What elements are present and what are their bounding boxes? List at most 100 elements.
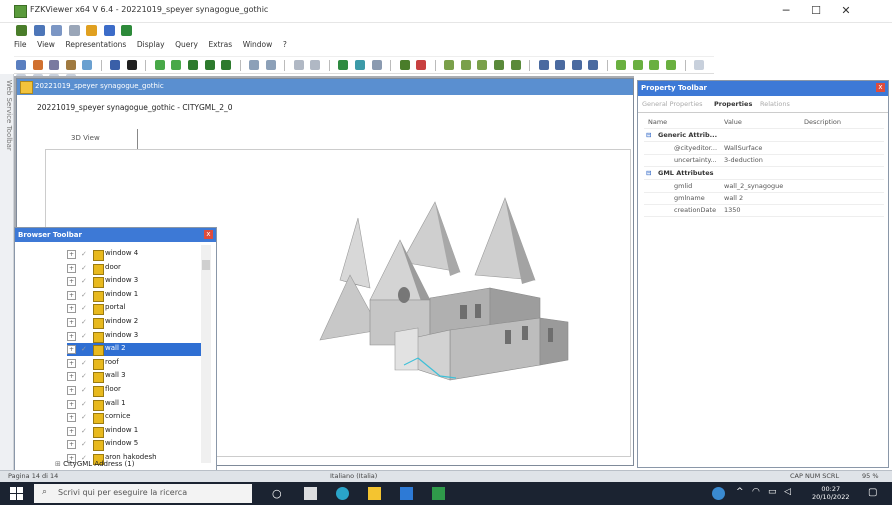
expand-icon[interactable]: + xyxy=(67,426,76,436)
surface-icon[interactable] xyxy=(571,60,582,70)
synagogue-3d-model[interactable] xyxy=(300,180,590,390)
tab-properties[interactable]: Properties xyxy=(714,100,752,108)
camera-icon[interactable] xyxy=(355,60,366,70)
export-icon[interactable] xyxy=(616,60,627,70)
filter-icon[interactable] xyxy=(310,60,321,70)
import-icon[interactable] xyxy=(632,60,643,70)
tree-item[interactable]: + ✓ wall 1 xyxy=(67,398,202,411)
expand-icon[interactable]: + xyxy=(67,290,76,300)
expand-icon[interactable]: + xyxy=(67,413,76,423)
back-view-icon[interactable] xyxy=(171,60,182,70)
expand-icon[interactable]: + xyxy=(67,358,76,368)
menu-display[interactable]: Display xyxy=(137,40,165,49)
section-icon[interactable] xyxy=(510,60,521,70)
copy-icon[interactable] xyxy=(68,25,80,36)
taskbar-search[interactable]: ⌕ Scrivi qui per eseguire la ricerca xyxy=(34,484,252,503)
tree-expand-icon[interactable] xyxy=(460,60,471,70)
help-icon[interactable] xyxy=(86,25,98,36)
browser-toolbar-header[interactable]: Browser Toolbar x xyxy=(15,228,216,242)
tree-item[interactable]: + ✓ window 5 xyxy=(67,438,202,452)
minimize-button[interactable]: ─ xyxy=(772,2,800,20)
visibility-check-icon[interactable]: ✓ xyxy=(81,304,87,312)
browser-scrollbar[interactable] xyxy=(201,245,211,463)
fzkviewer-taskbar-icon[interactable] xyxy=(432,487,445,500)
wire-icon[interactable] xyxy=(110,60,121,70)
building-part-icon[interactable] xyxy=(555,60,566,70)
property-row[interactable]: @cityeditor... WallSurface xyxy=(644,143,884,155)
move-icon[interactable] xyxy=(32,60,43,70)
maximize-button[interactable]: ☐ xyxy=(802,2,830,20)
close-button[interactable]: ✕ xyxy=(832,2,860,20)
menu-view[interactable]: View xyxy=(37,40,55,49)
visibility-check-icon[interactable]: ✓ xyxy=(81,332,87,340)
property-toolbar-header[interactable]: Property Toolbar x xyxy=(638,81,888,96)
light-icon[interactable] xyxy=(338,60,349,70)
visibility-check-icon[interactable]: ✓ xyxy=(81,264,87,272)
tree-item[interactable]: + ✓ window 3 xyxy=(67,275,202,289)
right-view-icon[interactable] xyxy=(204,60,215,70)
tab-relations[interactable]: Relations xyxy=(760,100,790,108)
settings-icon[interactable] xyxy=(665,60,676,70)
measure-icon[interactable] xyxy=(493,60,504,70)
collapse-icon[interactable]: ⊟ xyxy=(646,131,651,139)
menu-extras[interactable]: Extras xyxy=(208,40,232,49)
windows-start-icon[interactable] xyxy=(10,487,23,500)
scrollbar-thumb[interactable] xyxy=(202,260,210,270)
solid-icon[interactable] xyxy=(126,60,137,70)
visibility-check-icon[interactable]: ✓ xyxy=(81,291,87,299)
tree-item[interactable]: + ✓ wall 2 xyxy=(67,343,202,357)
tray-chevron-icon[interactable]: ^ xyxy=(736,487,749,500)
save-icon[interactable] xyxy=(33,25,45,36)
group-gml-attributes[interactable]: ⊟ GML Attributes xyxy=(644,168,884,180)
web-service-toolbar-tab[interactable]: Web Service Toolbar xyxy=(0,74,14,474)
user-icon[interactable] xyxy=(712,487,725,500)
tree-item[interactable]: + ✓ roof xyxy=(67,357,202,370)
expand-icon[interactable]: + xyxy=(67,250,76,259)
tree-item[interactable]: + ✓ door xyxy=(67,262,202,275)
tree-item[interactable]: + ✓ window 1 xyxy=(67,289,202,302)
left-view-icon[interactable] xyxy=(188,60,199,70)
wifi-icon[interactable]: ◠ xyxy=(752,487,765,500)
tree-item[interactable]: + ✓ portal xyxy=(67,302,202,316)
collapse-icon[interactable]: ⊟ xyxy=(646,169,651,177)
expand-icon[interactable]: + xyxy=(67,345,76,355)
grid-icon[interactable] xyxy=(249,60,260,70)
expand-icon[interactable]: + xyxy=(67,331,76,341)
file-explorer-icon[interactable] xyxy=(368,487,381,500)
menu-query[interactable]: Query xyxy=(175,40,198,49)
visibility-check-icon[interactable]: ✓ xyxy=(81,427,87,435)
visibility-check-icon[interactable]: ✓ xyxy=(81,250,87,258)
opening-icon[interactable] xyxy=(588,60,599,70)
column-description[interactable]: Description xyxy=(804,118,841,126)
citygml-address-node[interactable]: ⊞ CityGML Address (1) xyxy=(55,460,134,468)
top-view-icon[interactable] xyxy=(221,60,232,70)
tree-icon[interactable] xyxy=(444,60,455,70)
open-icon[interactable] xyxy=(16,25,27,36)
expand-icon[interactable]: + xyxy=(67,372,76,382)
fit-icon[interactable] xyxy=(82,60,93,70)
tab-general-properties[interactable]: General Properties xyxy=(642,100,703,108)
visibility-check-icon[interactable]: ✓ xyxy=(81,345,87,353)
column-name[interactable]: Name xyxy=(648,118,667,126)
edge-icon[interactable] xyxy=(336,487,349,500)
expand-icon[interactable]: + xyxy=(67,318,76,327)
tree-item[interactable]: + ✓ floor xyxy=(67,384,202,397)
tree-item[interactable]: + ✓ window 3 xyxy=(67,330,202,343)
tree-item[interactable]: + ✓ window 1 xyxy=(67,425,202,438)
widgets-icon[interactable] xyxy=(304,487,317,500)
select-icon[interactable] xyxy=(16,60,26,70)
visibility-check-icon[interactable]: ✓ xyxy=(81,413,87,421)
expand-icon[interactable]: + xyxy=(67,263,76,273)
property-row[interactable]: gmlname wall 2 xyxy=(644,193,884,205)
front-view-icon[interactable] xyxy=(154,60,165,70)
pointer-icon[interactable] xyxy=(103,25,115,36)
tree-item[interactable]: + ✓ wall 3 xyxy=(67,370,202,384)
menu-file[interactable]: File xyxy=(14,40,27,49)
menu-window[interactable]: Window xyxy=(243,40,273,49)
model-icon[interactable] xyxy=(121,25,133,36)
menu-representations[interactable]: Representations xyxy=(65,40,126,49)
layer-icon[interactable] xyxy=(371,60,382,70)
extra-icon[interactable] xyxy=(694,60,705,70)
document-title-bar[interactable]: 20221019_speyer synagogue_gothic xyxy=(17,79,633,95)
property-row[interactable]: uncertainty... 3-deduction xyxy=(644,155,884,167)
